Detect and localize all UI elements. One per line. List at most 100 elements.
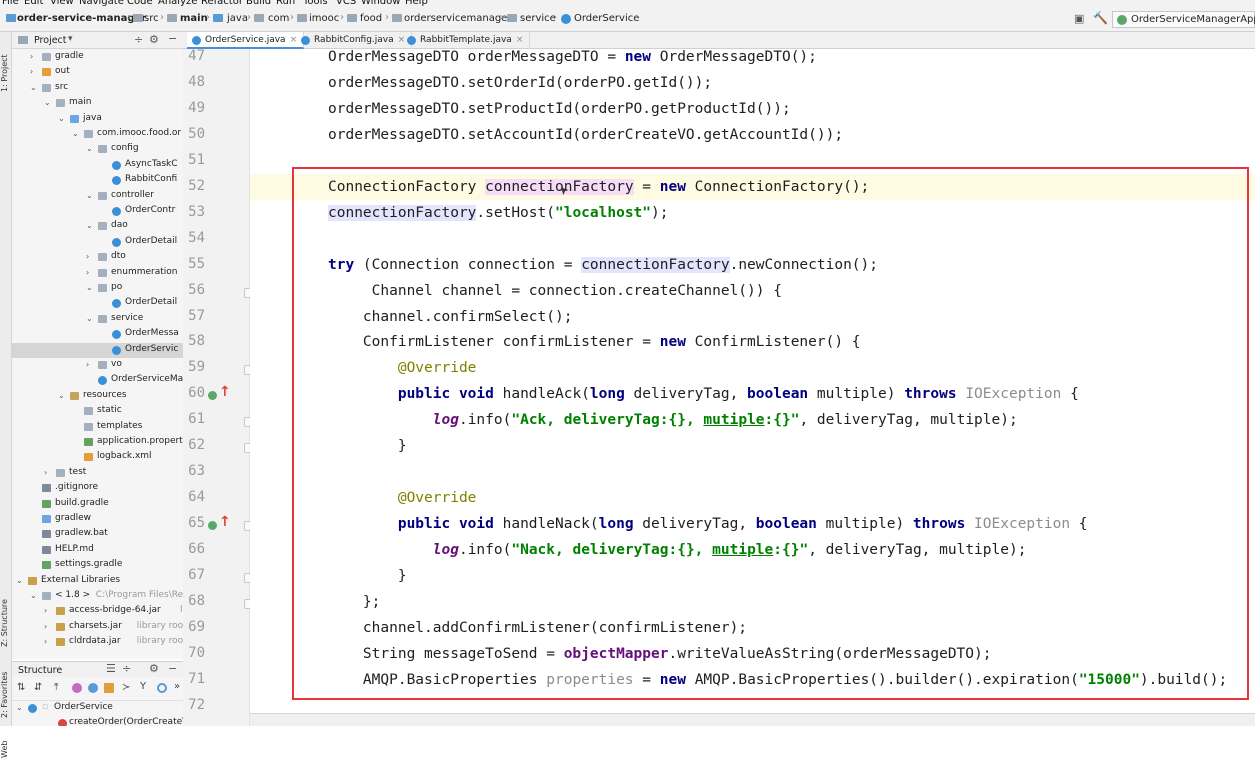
tree-item[interactable]: logback.xml <box>12 450 183 465</box>
tree-item[interactable]: OrderContr <box>12 204 183 219</box>
implements-method-icon[interactable] <box>208 521 217 531</box>
layout-icon[interactable]: ▣ <box>1074 12 1084 25</box>
tree-item[interactable]: ⌄ main <box>12 96 183 111</box>
menu-item-navigate[interactable]: Navigate <box>79 0 124 7</box>
tree-item[interactable]: OrderServic <box>12 342 183 358</box>
collapse-arrow-icon[interactable]: ⌄ <box>58 114 65 123</box>
code-line[interactable]: orderMessageDTO.setProductId(orderPO.get… <box>250 96 1255 122</box>
code-line[interactable]: orderMessageDTO.setAccountId(orderCreate… <box>250 122 1255 148</box>
collapse-arrow-icon[interactable]: ⌄ <box>58 391 65 400</box>
tree-item[interactable]: › gradle <box>12 50 183 65</box>
menu-item-run[interactable]: Run <box>276 0 295 7</box>
show-lambdas-icon[interactable]: ≻ <box>122 682 130 693</box>
tree-item[interactable]: ⌄ < 1.8 > C:\Program Files\Red <box>12 589 183 604</box>
menu-item-window[interactable]: Window <box>361 0 400 7</box>
expand-arrow-icon[interactable]: › <box>30 67 33 76</box>
autoscroll-icon[interactable] <box>157 683 167 693</box>
breadcrumb-food[interactable]: food <box>360 13 382 24</box>
structure-panel-title[interactable]: Structure <box>18 665 62 676</box>
expand-arrow-icon[interactable]: › <box>86 360 89 369</box>
tree-item[interactable]: › cldrdata.jar library root <box>12 635 183 650</box>
tree-item[interactable]: gradlew.bat <box>12 527 183 542</box>
view-dropdown-icon[interactable]: ▾ <box>68 34 73 44</box>
tree-item[interactable]: ⌄ java <box>12 112 183 127</box>
collapse-arrow-icon[interactable]: ⌄ <box>86 191 93 200</box>
collapse-all-icon[interactable]: ÷ <box>134 33 143 46</box>
breadcrumb-main[interactable]: main <box>180 13 208 24</box>
expand-arrow-icon[interactable]: › <box>30 52 33 61</box>
filter-icon[interactable]: Y <box>140 681 146 692</box>
menu-item-tools[interactable]: Tools <box>303 0 328 7</box>
menu-item-help[interactable]: Help <box>405 0 428 7</box>
menu-item-analyze[interactable]: Analyze <box>158 0 197 7</box>
implements-method-icon[interactable] <box>208 391 217 401</box>
breadcrumb-service[interactable]: service <box>520 13 556 24</box>
menu-item-view[interactable]: View <box>50 0 74 7</box>
expand-arrow-icon[interactable]: › <box>44 622 47 631</box>
structure-method-label[interactable]: createOrder(OrderCreateV <box>69 717 183 726</box>
expand-arrow-icon[interactable]: ⌄ <box>16 703 23 712</box>
breadcrumb-com[interactable]: com <box>268 13 289 24</box>
expand-arrow-icon[interactable]: › <box>44 468 47 477</box>
expand-arrow-icon[interactable]: › <box>44 637 47 646</box>
gear-icon[interactable]: ⚙ <box>149 662 159 675</box>
sort-alpha-icon[interactable]: ⇅ <box>17 682 25 693</box>
tree-item[interactable]: static <box>12 404 183 419</box>
collapse-all-icon[interactable]: ÷ <box>122 662 131 675</box>
build-hammer-icon[interactable]: 🔨 <box>1093 11 1108 25</box>
tree-item[interactable]: ⌄ po <box>12 281 183 296</box>
collapse-arrow-icon[interactable]: ⌄ <box>72 129 79 138</box>
tree-item[interactable]: ⌄ com.imooc.food.or <box>12 127 183 142</box>
menu-item-build[interactable]: Build <box>246 0 271 7</box>
web-tool-window-button[interactable]: Web <box>0 732 12 758</box>
tree-item[interactable]: settings.gradle <box>12 558 183 573</box>
tree-item[interactable]: AsyncTaskC <box>12 158 183 173</box>
more-options-icon[interactable]: » <box>174 681 180 692</box>
menu-item-vcs[interactable]: VCS <box>336 0 356 7</box>
tree-item[interactable]: ⌄ dao <box>12 219 183 234</box>
tree-item[interactable]: › enummeration <box>12 266 183 281</box>
menu-item-file[interactable]: File <box>2 0 19 7</box>
tree-item[interactable]: application.propert <box>12 435 183 450</box>
tab-orderservice[interactable]: OrderService.java × <box>187 32 305 49</box>
sort-visibility-icon[interactable]: ⇵ <box>34 682 42 693</box>
editor-gutter[interactable]: 47 48 49 50 51 52 53 54 55 56 57 58 59 60 61 62 63 64 65 66… <box>183 48 272 726</box>
collapse-arrow-icon[interactable]: ⌄ <box>86 144 93 153</box>
code-line[interactable]: orderMessageDTO.setOrderId(orderPO.getId… <box>250 70 1255 96</box>
tree-item[interactable]: build.gradle <box>12 497 183 512</box>
breadcrumb-orderservice[interactable]: OrderService <box>574 13 639 24</box>
show-inherited-icon[interactable]: ⤒ <box>54 682 58 693</box>
breadcrumb-imooc[interactable]: imooc <box>309 13 339 24</box>
tree-item[interactable]: ⌄ src <box>12 81 183 96</box>
expand-arrow-icon[interactable]: › <box>86 268 89 277</box>
tree-item[interactable]: gradlew <box>12 512 183 527</box>
tree-item[interactable]: OrderServiceMa <box>12 373 183 388</box>
project-panel-title[interactable]: Project <box>34 35 67 46</box>
tree-item[interactable]: ⌄ resources <box>12 389 183 404</box>
collapse-arrow-icon[interactable]: ⌄ <box>16 576 23 585</box>
menu-item-edit[interactable]: Edit <box>24 0 43 7</box>
project-tool-window-button[interactable]: 1: Project <box>0 36 12 92</box>
menu-item-code[interactable]: Code <box>127 0 153 7</box>
tree-item[interactable]: ›access-bridge-64.jarlibra <box>12 604 183 619</box>
tree-item[interactable]: ⌄ controller <box>12 189 183 204</box>
tree-item[interactable]: ⌄ config <box>12 142 183 157</box>
tree-item[interactable]: › charsets.jar library root <box>12 620 183 635</box>
override-arrow-icon[interactable]: ↑ <box>219 384 231 400</box>
show-non-public-icon[interactable] <box>104 683 114 693</box>
menu-item-refactor[interactable]: Refactor <box>201 0 243 7</box>
override-arrow-icon[interactable]: ↑ <box>219 514 231 530</box>
tree-item[interactable]: › vo <box>12 358 183 373</box>
close-tab-icon[interactable]: × <box>516 35 524 45</box>
tree-item[interactable]: RabbitConfi <box>12 173 183 188</box>
structure-root-label[interactable]: OrderService <box>54 702 113 712</box>
tree-item[interactable]: ⌄ service <box>12 312 183 327</box>
favorites-tool-window-button[interactable]: 2: Favorites <box>0 660 12 718</box>
expand-arrow-icon[interactable]: › <box>44 606 47 615</box>
hide-panel-icon[interactable]: − <box>168 662 177 675</box>
gear-icon[interactable]: ⚙ <box>149 33 159 46</box>
tree-item[interactable]: › test <box>12 466 183 481</box>
collapse-arrow-icon[interactable]: ⌄ <box>86 221 93 230</box>
tree-item[interactable]: HELP.md <box>12 543 183 558</box>
tree-item[interactable]: ⌄ External Libraries <box>12 574 183 589</box>
